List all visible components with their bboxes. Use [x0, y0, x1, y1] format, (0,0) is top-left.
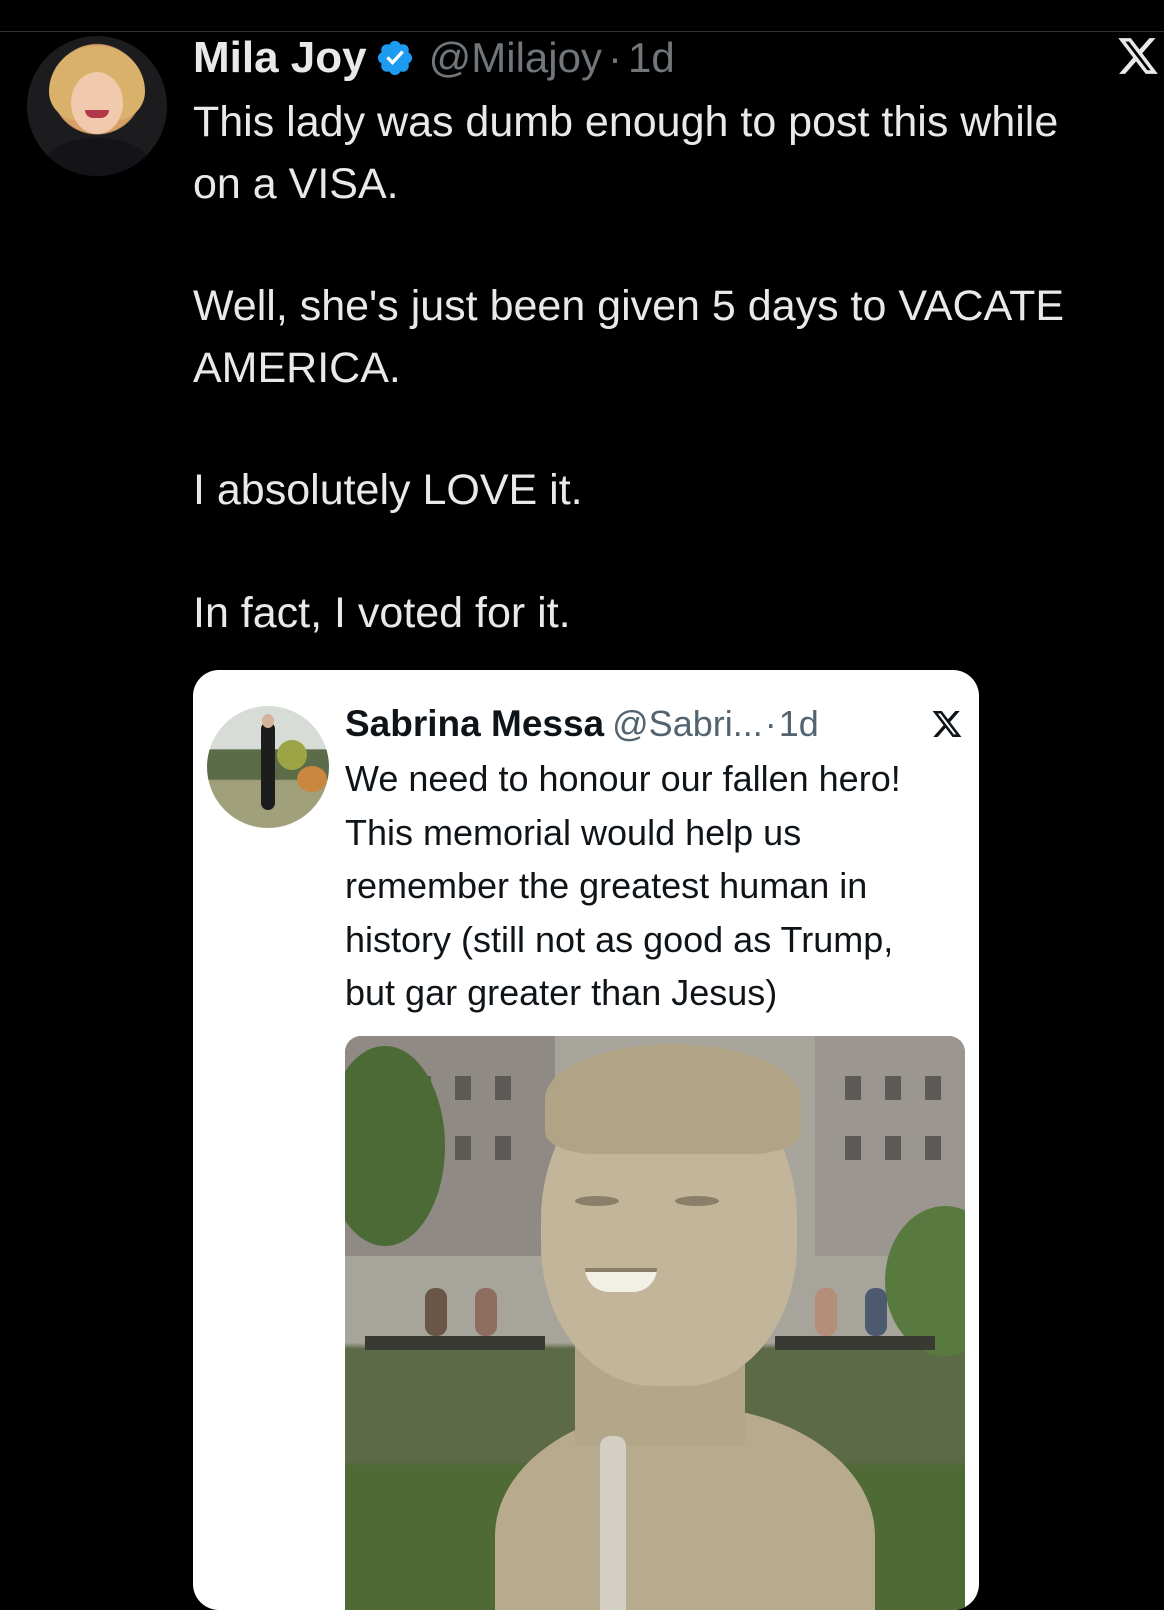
quoted-text-line: remember the greatest human in [345, 865, 868, 906]
quoted-tweet-card[interactable]: Sabrina Messa @Sabri... · 1d We need to … [193, 670, 979, 1610]
tweet-timestamp[interactable]: 1d [628, 34, 675, 82]
author-handle[interactable]: @Milajoy [429, 34, 602, 82]
quoted-author-name[interactable]: Sabrina Messa [345, 703, 604, 745]
tweet-text-line: This lady was dumb enough to post this w… [193, 98, 1059, 146]
x-logo-icon [1118, 38, 1158, 74]
quoted-text-line: We need to honour our fallen hero! [345, 758, 901, 799]
author-avatar[interactable] [27, 36, 167, 176]
tweet-text-line: Well, she's just been given 5 days to VA… [193, 282, 1065, 330]
tweet-text: This lady was dumb enough to post this w… [193, 92, 1158, 644]
separator-dot: · [607, 34, 622, 81]
quoted-text-line: but gar greater than Jesus) [345, 972, 778, 1013]
tweet-text-line: In fact, I voted for it. [193, 588, 571, 637]
quoted-text-line: history (still not as good as Trump, [345, 918, 894, 960]
quoted-tweet-text: We need to honour our fallen hero! This … [345, 752, 970, 1020]
tweet-paragraph: I absolutely LOVE it. [193, 460, 1158, 522]
quoted-author-avatar[interactable] [207, 706, 329, 828]
tweet-paragraph: Well, she's just been given 5 days to VA… [193, 276, 1158, 399]
quoted-tweet-image[interactable] [345, 1036, 965, 1610]
tweet-text-line: AMERICA. [193, 343, 401, 392]
separator-dot: · [764, 703, 777, 744]
tweet-paragraph: In fact, I voted for it. [193, 583, 1158, 645]
author-name[interactable]: Mila Joy [193, 33, 367, 83]
tweet-text-line: on a VISA. [193, 159, 399, 208]
x-logo-icon [932, 711, 962, 737]
tweet-text-line: I absolutely LOVE it. [193, 466, 583, 514]
quoted-author-handle[interactable]: @Sabri... [612, 703, 763, 745]
quoted-tweet-header: Sabrina Messa @Sabri... · 1d [345, 702, 819, 746]
tweet-paragraph: This lady was dumb enough to post this w… [193, 92, 1158, 215]
verified-badge-icon [377, 40, 412, 76]
quoted-text-line: This memorial would help us [345, 811, 802, 853]
tweet-header: Mila Joy @Milajoy · 1d [193, 32, 675, 84]
quoted-tweet-timestamp[interactable]: 1d [779, 703, 819, 745]
